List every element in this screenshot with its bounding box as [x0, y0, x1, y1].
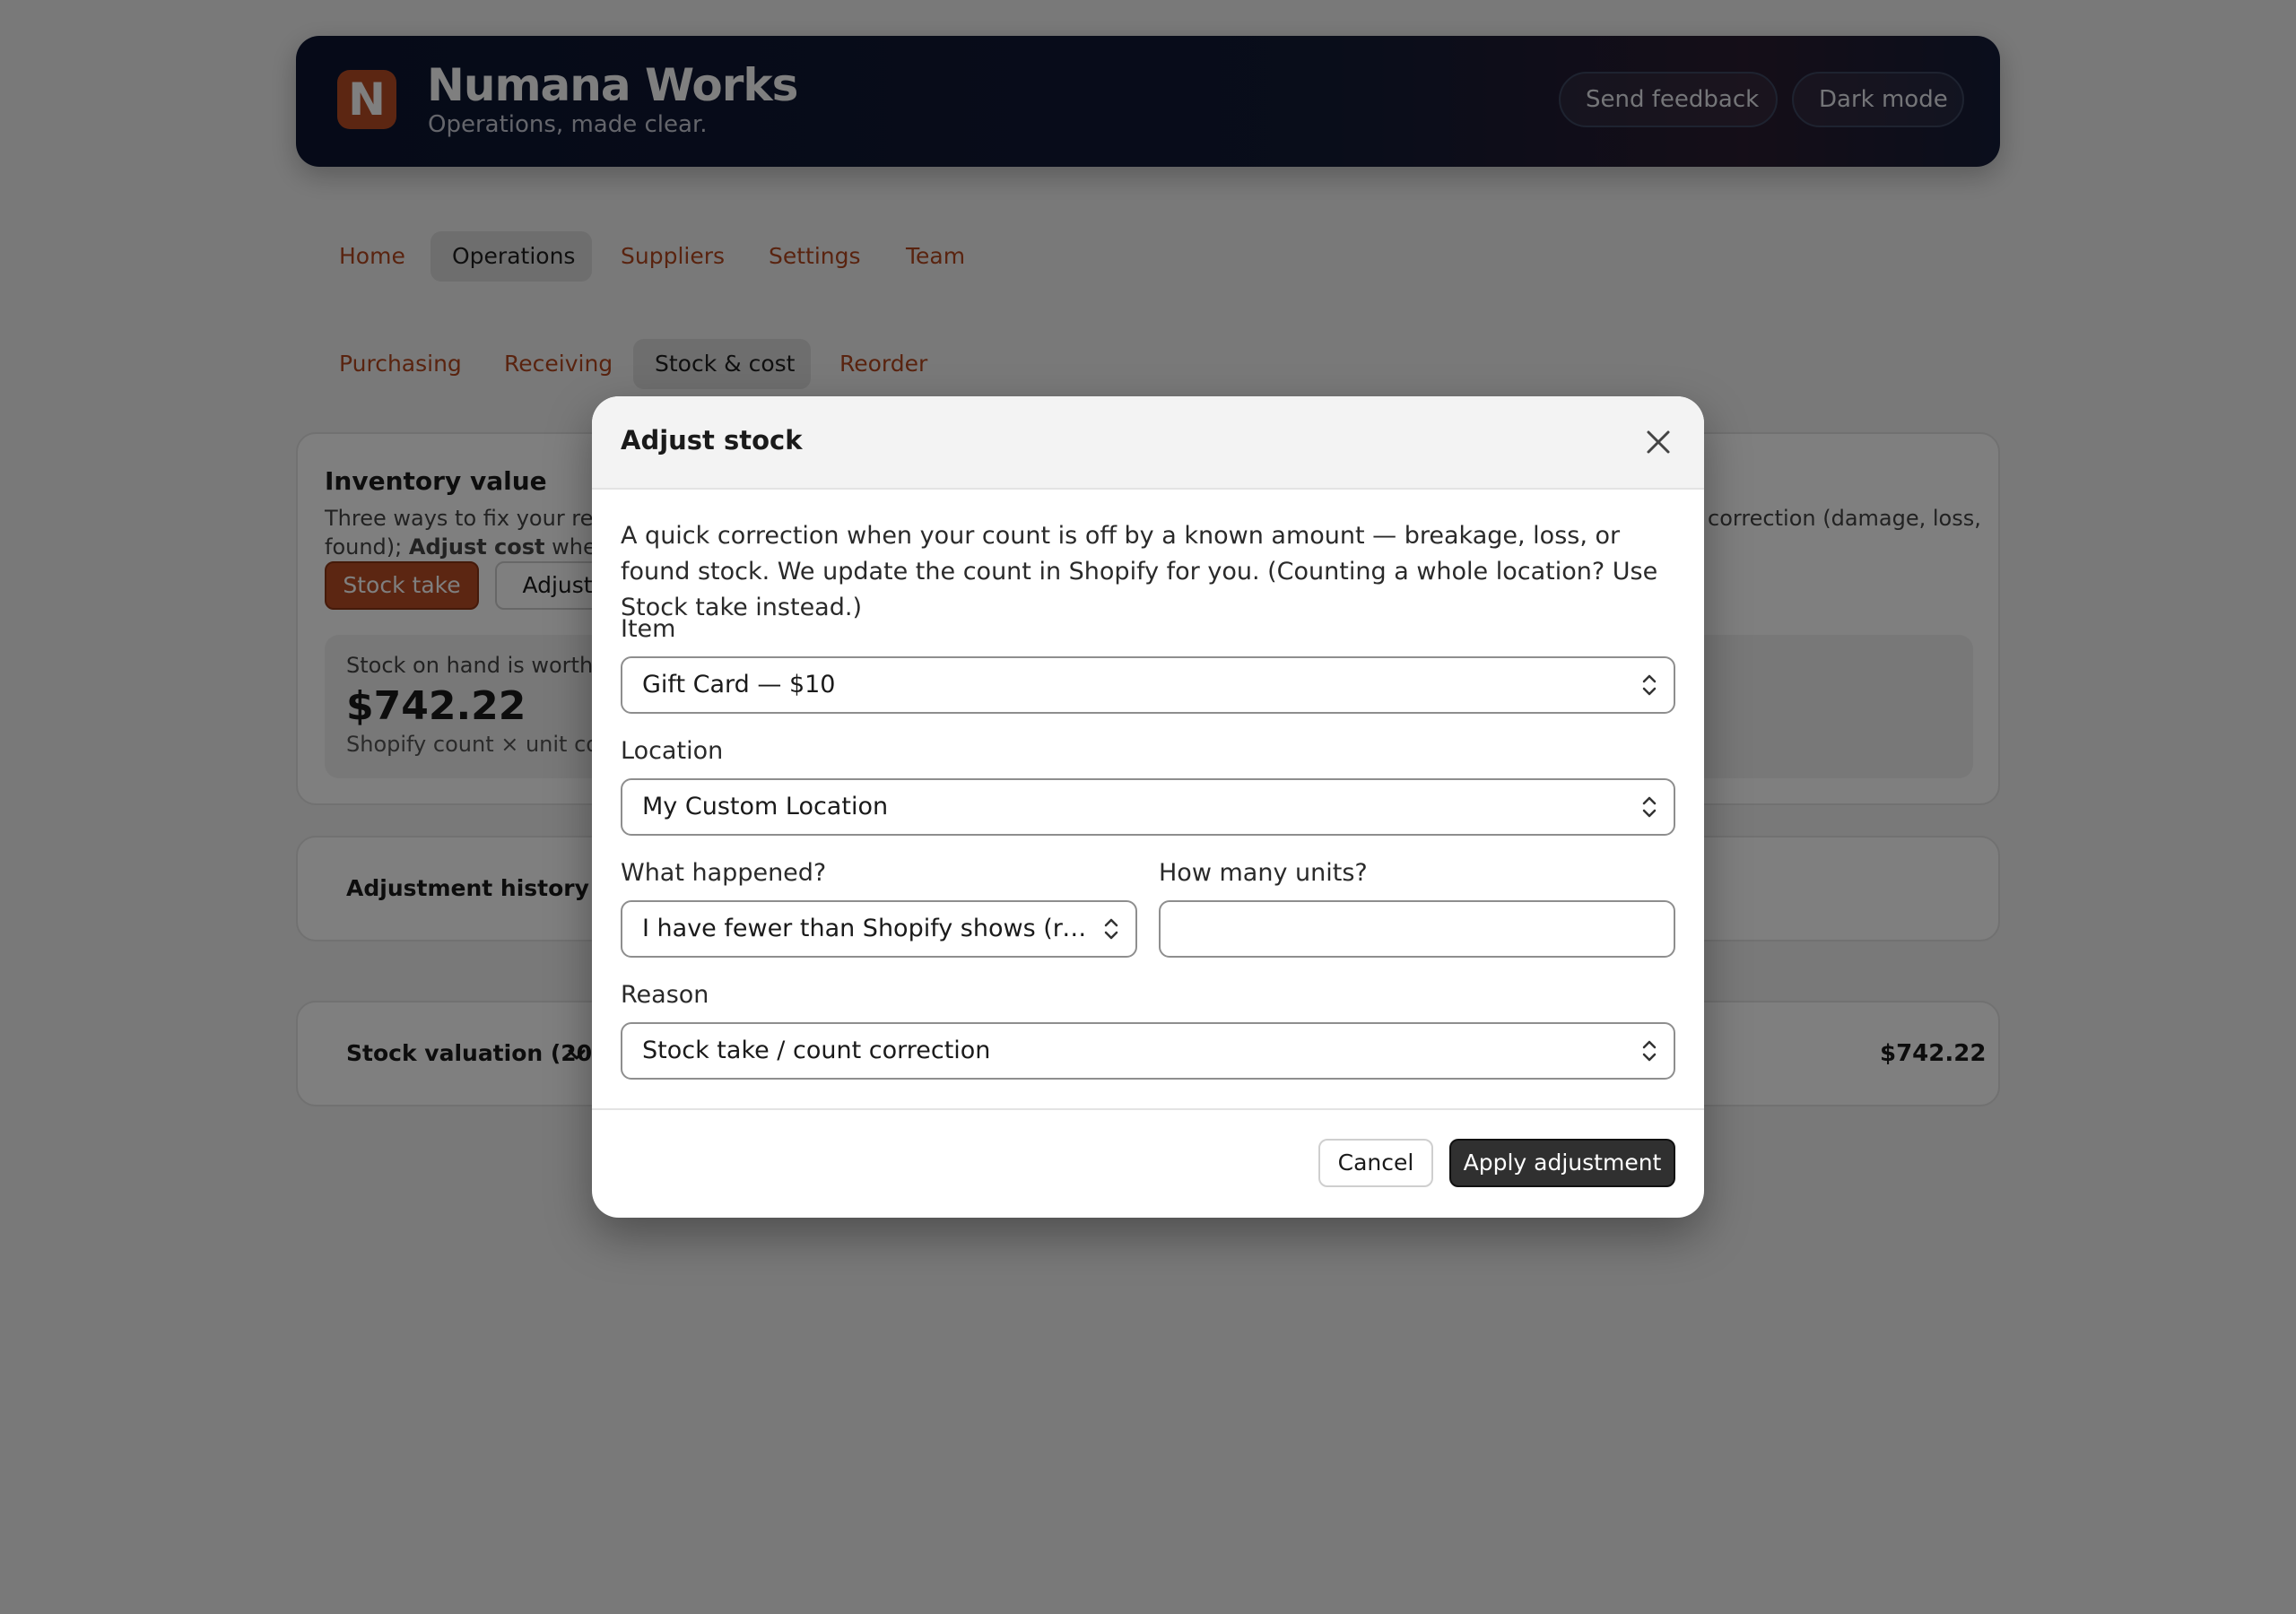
- location-label: Location: [621, 737, 724, 765]
- reason-select[interactable]: Stock take / count correction: [621, 1022, 1675, 1080]
- what-happened-select[interactable]: I have fewer than Shopify shows (remove): [621, 900, 1137, 958]
- select-updown-icon: [1642, 796, 1657, 818]
- close-icon[interactable]: [1643, 427, 1674, 457]
- adjust-stock-modal: Adjust stock A quick correction when you…: [592, 396, 1704, 1218]
- location-select[interactable]: My Custom Location: [621, 778, 1675, 836]
- item-select[interactable]: Gift Card — $10: [621, 656, 1675, 714]
- app-root: N Numana Works Operations, made clear. S…: [0, 0, 2296, 1614]
- select-updown-icon: [1104, 918, 1118, 940]
- what-happened-select-value: I have fewer than Shopify shows (remove): [642, 915, 1087, 942]
- what-happened-label: What happened?: [621, 859, 827, 887]
- apply-adjustment-button[interactable]: Apply adjustment: [1449, 1139, 1675, 1187]
- item-select-value: Gift Card — $10: [642, 671, 836, 699]
- select-updown-icon: [1642, 1040, 1657, 1062]
- units-input[interactable]: [1159, 900, 1675, 958]
- modal-description: A quick correction when your count is of…: [621, 522, 1658, 621]
- location-select-value: My Custom Location: [642, 793, 889, 820]
- select-updown-icon: [1642, 674, 1657, 696]
- units-label: How many units?: [1159, 859, 1368, 887]
- cancel-button[interactable]: Cancel: [1318, 1139, 1433, 1187]
- reason-select-value: Stock take / count correction: [642, 1037, 991, 1064]
- item-label: Item: [621, 615, 676, 643]
- modal-header: Adjust stock: [592, 396, 1704, 490]
- modal-title: Adjust stock: [621, 425, 803, 456]
- reason-label: Reason: [621, 981, 709, 1009]
